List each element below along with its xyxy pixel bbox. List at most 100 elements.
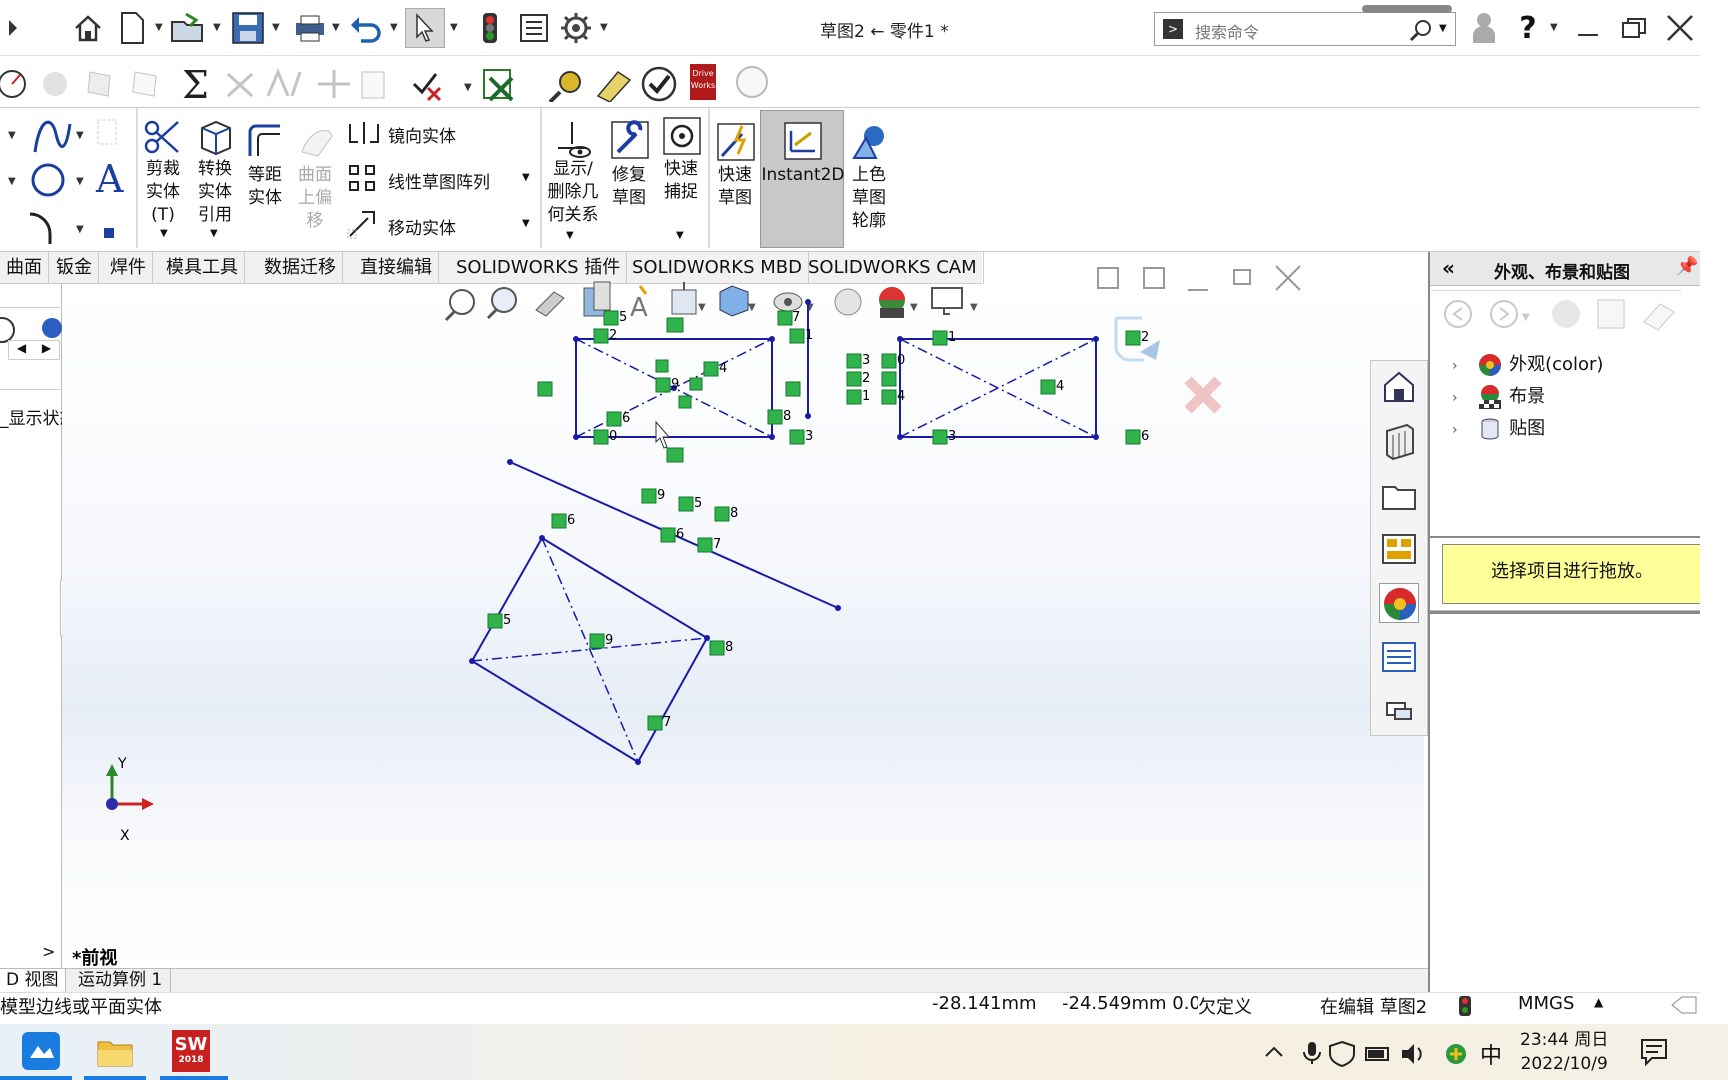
forward-icon [1490,300,1518,328]
undo-icon[interactable] [346,8,386,48]
tab-sheet-metal[interactable]: 钣金 [50,252,99,284]
chevron-down-icon[interactable]: ▼ [213,22,221,33]
tab-data-migration[interactable]: 数据迁移 [258,252,343,284]
appearances-tab-icon[interactable] [1379,583,1419,623]
minimize-icon[interactable] [1568,8,1608,48]
chevron-down-icon[interactable]: ▼ [1550,22,1558,33]
linear-pattern-button[interactable]: 线性草图阵列 [388,168,490,193]
status-message: 模型边线或平面实体 [0,997,162,1018]
expand-arrow-icon[interactable] [0,8,26,48]
ime-indicator[interactable]: 中 [1480,1038,1502,1070]
tab-motion-study[interactable]: 运动算例 1 [70,969,172,993]
chevron-right-icon[interactable]: › [1452,390,1458,406]
chevron-down-icon[interactable]: ▼ [522,172,530,183]
rebuild-traffic-light-icon[interactable] [1458,995,1472,1017]
view-palette-icon[interactable] [1379,529,1419,569]
unit-system[interactable]: MMGS [1518,993,1574,1014]
design-library-icon[interactable] [1379,421,1419,461]
render-icon[interactable] [734,64,770,100]
quick-snaps-button[interactable]: 快速 捕捉 [658,158,704,204]
expand-arrow-icon[interactable]: > [42,942,55,961]
tree-item-appearances[interactable]: › 外观(color) [1452,350,1603,378]
graphics-area[interactable]: A ▼ ▼ ▼ ▼ ▼ 5 7 1 2 4 9 8 6 0 3 3 2 1 0 … [62,265,1424,969]
system-tray-icons[interactable] [1262,1038,1492,1068]
shaded-contours-button[interactable]: 上色 草图 轮廓 [846,164,892,233]
gear-icon[interactable] [556,8,596,48]
convert-entities-button[interactable]: 转换 实体 引用 [192,158,238,227]
panel-scroll-arrows[interactable]: ◀ ▶ [8,340,60,360]
clock[interactable]: 23:44 周日 2022/10/9 [1520,1028,1608,1076]
instant2d-label: Instant2D [761,165,845,185]
chevron-down-icon[interactable]: ▼ [210,228,218,239]
app-icon-cloud[interactable] [22,1032,60,1070]
home-icon[interactable] [68,8,108,48]
tag-icon[interactable] [1670,995,1698,1015]
tab-weldments[interactable]: 焊件 [104,252,153,284]
forum-icon[interactable] [1379,691,1419,731]
traffic-light-icon[interactable] [470,8,510,48]
search-icon[interactable] [1409,18,1433,42]
chevron-down-icon[interactable]: ▼ [676,230,684,241]
chevron-right-icon[interactable]: › [1452,358,1458,374]
symmetry-check-icon [266,68,302,97]
sketch-canvas[interactable] [62,284,1424,968]
sweep-icon [596,71,632,102]
driveworks-icon[interactable]: Drive Works [690,64,716,100]
open-file-icon[interactable] [168,8,208,48]
repair-sketch-button[interactable]: 修复 草图 [606,164,652,210]
chevron-up-icon[interactable]: ▲ [1594,995,1603,1009]
chevron-down-icon[interactable]: ▼ [1439,23,1447,34]
chevron-down-icon[interactable]: ▼ [155,22,163,33]
tree-item-scenes[interactable]: › 布景 [1452,382,1545,410]
chevron-down-icon[interactable]: ▼ [566,230,574,241]
chevron-down-icon[interactable]: ▼ [272,22,280,33]
solidworks-resources-icon[interactable] [1379,367,1419,407]
search-input[interactable]: > 搜索命令 ▼ [1154,12,1456,46]
file-explorer-taskbar-icon[interactable] [96,1032,134,1070]
custom-properties-icon[interactable] [1379,637,1419,677]
user-icon[interactable] [1464,8,1504,48]
solidworks-taskbar-icon[interactable]: SW 2018 [172,1030,210,1072]
chevron-down-icon[interactable]: ▼ [332,22,340,33]
clock-date: 2022/10/9 [1520,1054,1608,1074]
pane-splitter[interactable] [1430,610,1702,614]
circle-icon [31,163,65,197]
mouse-pointer-icon [655,420,671,449]
task-pane-toolbar[interactable]: ▼ [1430,292,1702,336]
close-icon[interactable] [1660,8,1700,48]
chevron-down-icon[interactable]: ▼ [450,22,458,33]
chevron-down-icon[interactable]: ▼ [390,22,398,33]
chevron-down-icon[interactable]: ▼ [600,22,608,33]
show-hidden-icons [1265,1046,1283,1057]
select-arrow-icon[interactable] [405,8,445,48]
chevron-right-icon[interactable]: › [1452,422,1458,438]
options-list-icon[interactable] [514,8,554,48]
move-entities-button[interactable]: 移动实体 [388,214,456,239]
pin-icon[interactable]: 📌 [1676,256,1698,277]
bottom-tabs: D 视图 运动算例 1 [0,968,1428,993]
tab-mold-tools[interactable]: 模具工具 [160,252,245,284]
tab-3d-views[interactable]: D 视图 [0,969,66,993]
new-document-icon[interactable] [112,8,152,48]
restore-icon[interactable] [1614,8,1654,48]
save-icon[interactable] [228,8,268,48]
tab-direct-editing[interactable]: 直接编辑 [354,252,439,284]
trim-entities-button[interactable]: 剪裁 实体 (T) [140,158,186,227]
notifications-icon[interactable] [1640,1038,1670,1066]
microphone-icon [1308,1042,1316,1056]
print-icon[interactable] [290,8,330,48]
title-bar: ▼ ▼ ▼ ▼ ▼ ▼ ▼ 草图2 ← 零件1 * > 搜索命令 ▼ ? ▼ [0,0,1700,56]
collapse-chevrons-icon[interactable]: « [1442,256,1455,280]
tree-item-decals[interactable]: › 贴图 [1452,414,1545,442]
help-icon[interactable]: ? [1508,8,1548,48]
instant2d-button[interactable]: Instant2D [760,110,845,248]
mirror-entities-button[interactable]: 镜向实体 [388,122,456,147]
chevron-down-icon[interactable]: ▼ [522,218,530,229]
display-relations-button[interactable]: 显示/ 删除几 何关系 [546,158,600,227]
file-explorer-icon[interactable] [1379,475,1419,515]
chevron-down-icon[interactable]: ▼ [160,228,168,239]
tab-surfaces[interactable]: 曲面 [0,252,49,284]
surface-offset-button[interactable]: 曲面 上偏 移 [292,164,338,233]
offset-entities-button[interactable]: 等距 实体 [242,164,288,210]
rapid-sketch-button[interactable]: 快速 草图 [712,164,758,210]
